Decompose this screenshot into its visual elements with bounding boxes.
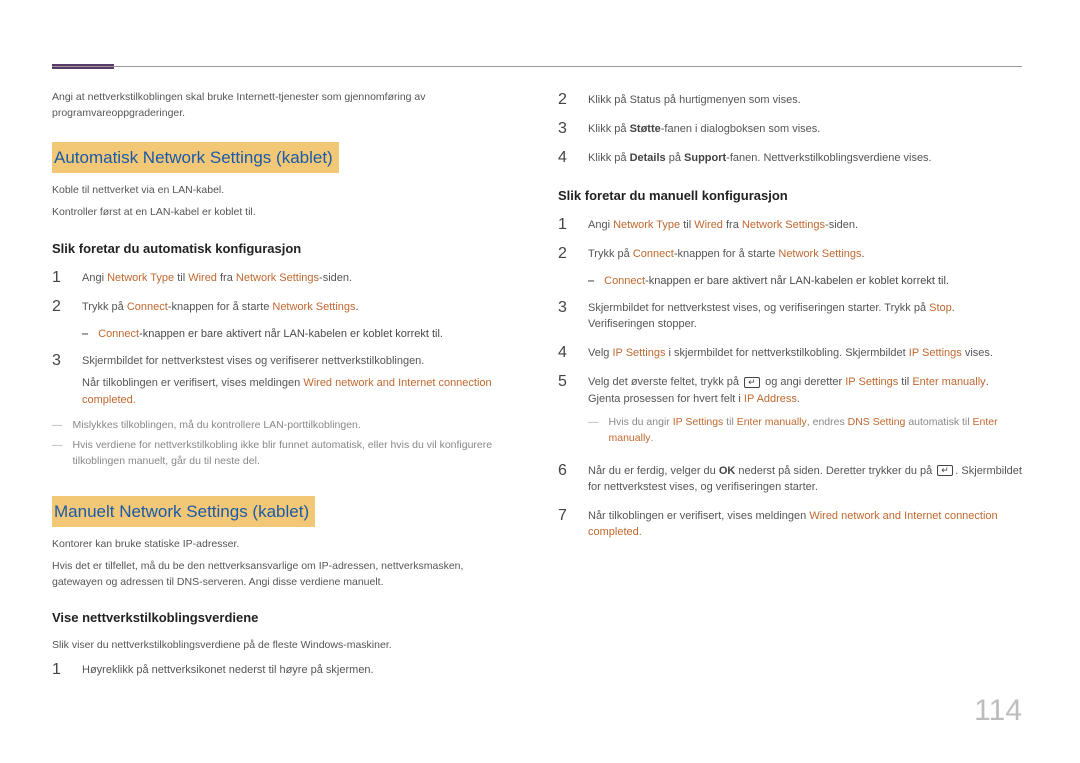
list-item: 5 Velg det øverste feltet, trykk på og a… xyxy=(558,372,1022,451)
body-text: Slik viser du nettverkstilkoblingsverdie… xyxy=(52,638,516,654)
list-item: 6 Når du er ferdig, velger du OK nederst… xyxy=(558,461,1022,496)
note-item: Hvis du angir IP Settings til Enter manu… xyxy=(588,415,1022,447)
list-item: 3 Skjermbildet for nettverkstest vises o… xyxy=(52,351,516,409)
list-item: 2 Trykk på Connect-knappen for å starte … xyxy=(52,297,516,316)
subheading-view-values: Vise nettverkstilkoblingsverdiene xyxy=(52,608,516,628)
bullet-text: Connect-knappen er bare aktivert når LAN… xyxy=(98,326,443,343)
list-item: 1 Angi Network Type til Wired fra Networ… xyxy=(52,268,516,287)
step-number: 2 xyxy=(558,244,572,263)
bullet-item: ‒ Connect-knappen er bare aktivert når L… xyxy=(82,326,516,343)
step-number: 1 xyxy=(52,268,66,287)
step-text: Angi Network Type til Wired fra Network … xyxy=(588,215,1022,234)
step-number: 3 xyxy=(558,298,572,317)
list-item: 7 Når tilkoblingen er verifisert, vises … xyxy=(558,506,1022,541)
enter-key-icon xyxy=(744,377,760,388)
step-number: 5 xyxy=(558,372,572,391)
list-item: 1 Høyreklikk på nettverksikonet nederst … xyxy=(52,660,516,679)
step-text: Høyreklikk på nettverksikonet nederst ti… xyxy=(82,660,516,679)
step-number: 1 xyxy=(52,660,66,679)
section-heading-manual: Manuelt Network Settings (kablet) xyxy=(52,496,315,528)
bullet-dash: ‒ xyxy=(82,326,88,343)
step-number: 2 xyxy=(52,297,66,316)
bullet-item: ‒ Connect-knappen er bare aktivert når L… xyxy=(588,273,1022,290)
page-number: 114 xyxy=(974,688,1022,733)
step-text: Når tilkoblingen er verifisert, vises me… xyxy=(588,506,1022,541)
list-item: 1 Angi Network Type til Wired fra Networ… xyxy=(558,215,1022,234)
step-text: Klikk på Støtte-fanen i dialogboksen som… xyxy=(588,119,1022,138)
step-text: Trykk på Connect-knappen for å starte Ne… xyxy=(82,297,516,316)
body-text: Kontroller først at en LAN-kabel er kobl… xyxy=(52,205,516,221)
step-text: Skjermbildet for nettverkstest vises, og… xyxy=(588,298,1022,333)
subheading-manual-config: Slik foretar du manuell konfigurasjon xyxy=(558,186,1022,206)
body-text: Koble til nettverket via en LAN-kabel. xyxy=(52,183,516,199)
intro-text: Angi at nettverkstilkoblingen skal bruke… xyxy=(52,90,516,122)
step-number: 1 xyxy=(558,215,572,234)
list-item: 2 Trykk på Connect-knappen for å starte … xyxy=(558,244,1022,263)
step-text: Når du er ferdig, velger du OK nederst p… xyxy=(588,461,1022,496)
list-item: 3 Skjermbildet for nettverkstest vises, … xyxy=(558,298,1022,333)
note-text: Hvis du angir IP Settings til Enter manu… xyxy=(609,415,1023,447)
step-number: 4 xyxy=(558,148,572,167)
list-item: 2 Klikk på Status på hurtigmenyen som vi… xyxy=(558,90,1022,109)
section-heading-auto: Automatisk Network Settings (kablet) xyxy=(52,142,339,174)
body-text: Kontorer kan bruke statiske IP-adresser. xyxy=(52,537,516,553)
note-item: Mislykkes tilkoblingen, må du kontroller… xyxy=(52,418,516,434)
list-item: 3 Klikk på Støtte-fanen i dialogboksen s… xyxy=(558,119,1022,138)
list-item: 4 Klikk på Details på Support-fanen. Net… xyxy=(558,148,1022,167)
step-text: Velg det øverste feltet, trykk på og ang… xyxy=(588,372,1022,451)
body-text: Hvis det er tilfellet, må du be den nett… xyxy=(52,559,516,591)
list-item: 4 Velg IP Settings i skjermbildet for ne… xyxy=(558,343,1022,362)
step-number: 3 xyxy=(52,351,66,370)
step-number: 7 xyxy=(558,506,572,525)
step-text: Velg IP Settings i skjermbildet for nett… xyxy=(588,343,1022,362)
bullet-dash: ‒ xyxy=(588,273,594,290)
note-item: Hvis verdiene for nettverkstilkobling ik… xyxy=(52,438,516,470)
note-dash-icon xyxy=(52,438,67,470)
note-dash-icon xyxy=(52,418,67,434)
note-text: Hvis verdiene for nettverkstilkobling ik… xyxy=(73,438,517,470)
step-number: 4 xyxy=(558,343,572,362)
bullet-text: Connect-knappen er bare aktivert når LAN… xyxy=(604,273,949,290)
step-number: 6 xyxy=(558,461,572,480)
subheading-auto-config: Slik foretar du automatisk konfigurasjon xyxy=(52,239,516,259)
step-number: 2 xyxy=(558,90,572,109)
step-text: Angi Network Type til Wired fra Network … xyxy=(82,268,516,287)
page-content: Angi at nettverkstilkoblingen skal bruke… xyxy=(0,0,1080,729)
enter-key-icon xyxy=(937,465,953,476)
left-column: Angi at nettverkstilkoblingen skal bruke… xyxy=(52,52,516,689)
step-text: Skjermbildet for nettverkstest vises og … xyxy=(82,351,516,409)
step-text: Klikk på Status på hurtigmenyen som vise… xyxy=(588,90,1022,109)
note-dash-icon xyxy=(588,415,603,447)
header-rule xyxy=(52,66,1022,67)
step-number: 3 xyxy=(558,119,572,138)
step-text: Trykk på Connect-knappen for å starte Ne… xyxy=(588,244,1022,263)
right-column: 2 Klikk på Status på hurtigmenyen som vi… xyxy=(558,52,1022,689)
note-text: Mislykkes tilkoblingen, må du kontroller… xyxy=(73,418,361,434)
step-text: Klikk på Details på Support-fanen. Nettv… xyxy=(588,148,1022,167)
